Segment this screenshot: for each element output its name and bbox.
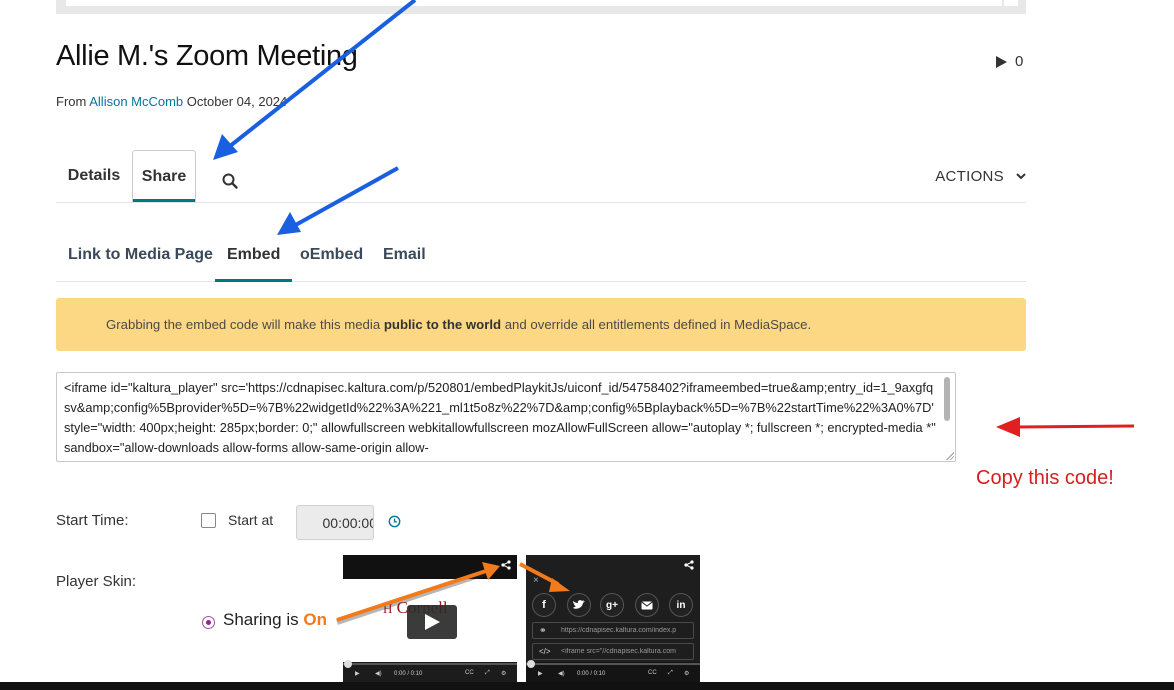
embed-code-textarea[interactable]: <iframe id="kaltura_player" src='https:/… <box>56 372 956 462</box>
play-count: 0 <box>996 53 1023 70</box>
media-byline: From Allison McComb October 04, 2024 <box>56 94 287 109</box>
share-link-field: ⚭ https://cdnapisec.kaltura.com/index.p <box>532 622 694 639</box>
media-date: October 04, 2024 <box>186 94 288 109</box>
chevron-down-icon <box>1016 173 1026 180</box>
skin2-link: https://cdnapisec.kaltura.com/index.p <box>561 627 677 634</box>
warning-text: Grabbing the embed code will make this m… <box>106 317 811 332</box>
textarea-resize-handle[interactable] <box>946 452 954 460</box>
player-skin-preview-default[interactable]: H Cornell ▶ ◀) 0:00 / 0:10 CC ⤢ ⚙ <box>343 555 517 682</box>
play-icon <box>425 614 440 630</box>
skin-top-strip <box>343 555 517 579</box>
warning-bold: public to the world <box>383 317 502 332</box>
play-icon <box>996 55 1007 68</box>
tab-oembed[interactable]: oEmbed <box>300 230 363 280</box>
player-area-bottom-edge <box>56 0 1026 14</box>
search-icon[interactable] <box>221 172 239 190</box>
tab-share[interactable]: Share <box>132 150 196 202</box>
close-icon: × <box>533 575 539 586</box>
player-frame <box>66 0 1002 6</box>
code-icon: </> <box>539 647 551 656</box>
start-time-input[interactable]: 00:00:00 <box>296 505 374 540</box>
player-skin-label: Player Skin: <box>56 573 137 590</box>
start-at-checkbox[interactable] <box>201 513 216 528</box>
skin1-time: 0:00 / 0:10 <box>394 671 423 677</box>
actions-menu[interactable]: ACTIONS <box>935 168 1026 185</box>
start-at-label: Start at <box>228 512 274 528</box>
player-skin-preview-share[interactable]: × f g+ in ⚭ https://cdnapisec.kaltura.co… <box>526 555 700 682</box>
share-icon <box>684 560 694 570</box>
start-time-value[interactable]: 00:00:00 <box>323 515 374 531</box>
sharing-on-radio[interactable] <box>202 616 215 629</box>
player-controls: ▶ ◀) 0:00 / 0:10 CC ⤢ ⚙ <box>526 660 700 682</box>
share-icon <box>501 560 511 570</box>
bottom-dark-bar <box>0 682 1174 690</box>
textarea-scrollbar[interactable] <box>944 377 950 421</box>
big-play-button <box>407 605 457 639</box>
start-time-label: Start Time: <box>56 512 129 529</box>
sharing-on-label: Sharing is On <box>223 610 327 630</box>
author-link[interactable]: Allison McComb <box>89 94 183 109</box>
tab-embed[interactable]: Embed <box>215 230 293 282</box>
warning-suffix: and override all entitlements defined in… <box>504 317 812 332</box>
google-plus-icon: g+ <box>600 593 624 617</box>
warning-prefix: Grabbing the embed code will make this m… <box>106 317 381 332</box>
play-count-value: 0 <box>1015 53 1024 70</box>
skin2-embed: <iframe src="//cdnapisec.kaltura.com <box>561 648 676 655</box>
share-tabs: Link to Media Page Embed oEmbed Email <box>56 230 1026 282</box>
embed-code-text[interactable]: <iframe id="kaltura_player" src='https:/… <box>64 378 936 458</box>
link-icon: ⚭ <box>539 625 547 635</box>
tab-details[interactable]: Details <box>56 150 132 201</box>
tab-link-to-media-page[interactable]: Link to Media Page <box>68 230 213 280</box>
player-controls: ▶ ◀) 0:00 / 0:10 CC ⤢ ⚙ <box>343 660 517 682</box>
actions-label: ACTIONS <box>935 168 1004 185</box>
blue-arrow-share <box>213 0 417 160</box>
clock-icon[interactable] <box>388 515 401 528</box>
red-arrow-copy <box>996 417 1135 437</box>
embed-warning-banner: Grabbing the embed code will make this m… <box>56 298 1026 351</box>
sharing-state: On <box>303 610 327 629</box>
media-tabs: Details Share ACTIONS <box>56 150 1026 203</box>
tab-email[interactable]: Email <box>383 230 426 280</box>
twitter-icon <box>567 593 591 617</box>
email-icon <box>635 593 659 617</box>
page-title: Allie M.'s Zoom Meeting <box>56 40 358 72</box>
copy-code-annotation: Copy this code! <box>976 467 1114 489</box>
facebook-icon: f <box>532 593 556 617</box>
share-embed-field: </> <iframe src="//cdnapisec.kaltura.com <box>532 643 694 660</box>
sharing-prefix: Sharing is <box>223 610 299 629</box>
skin2-time: 0:00 / 0:10 <box>577 671 606 677</box>
player-frame-scroll <box>1004 0 1018 6</box>
linkedin-icon: in <box>669 593 693 617</box>
from-label: From <box>56 94 87 109</box>
